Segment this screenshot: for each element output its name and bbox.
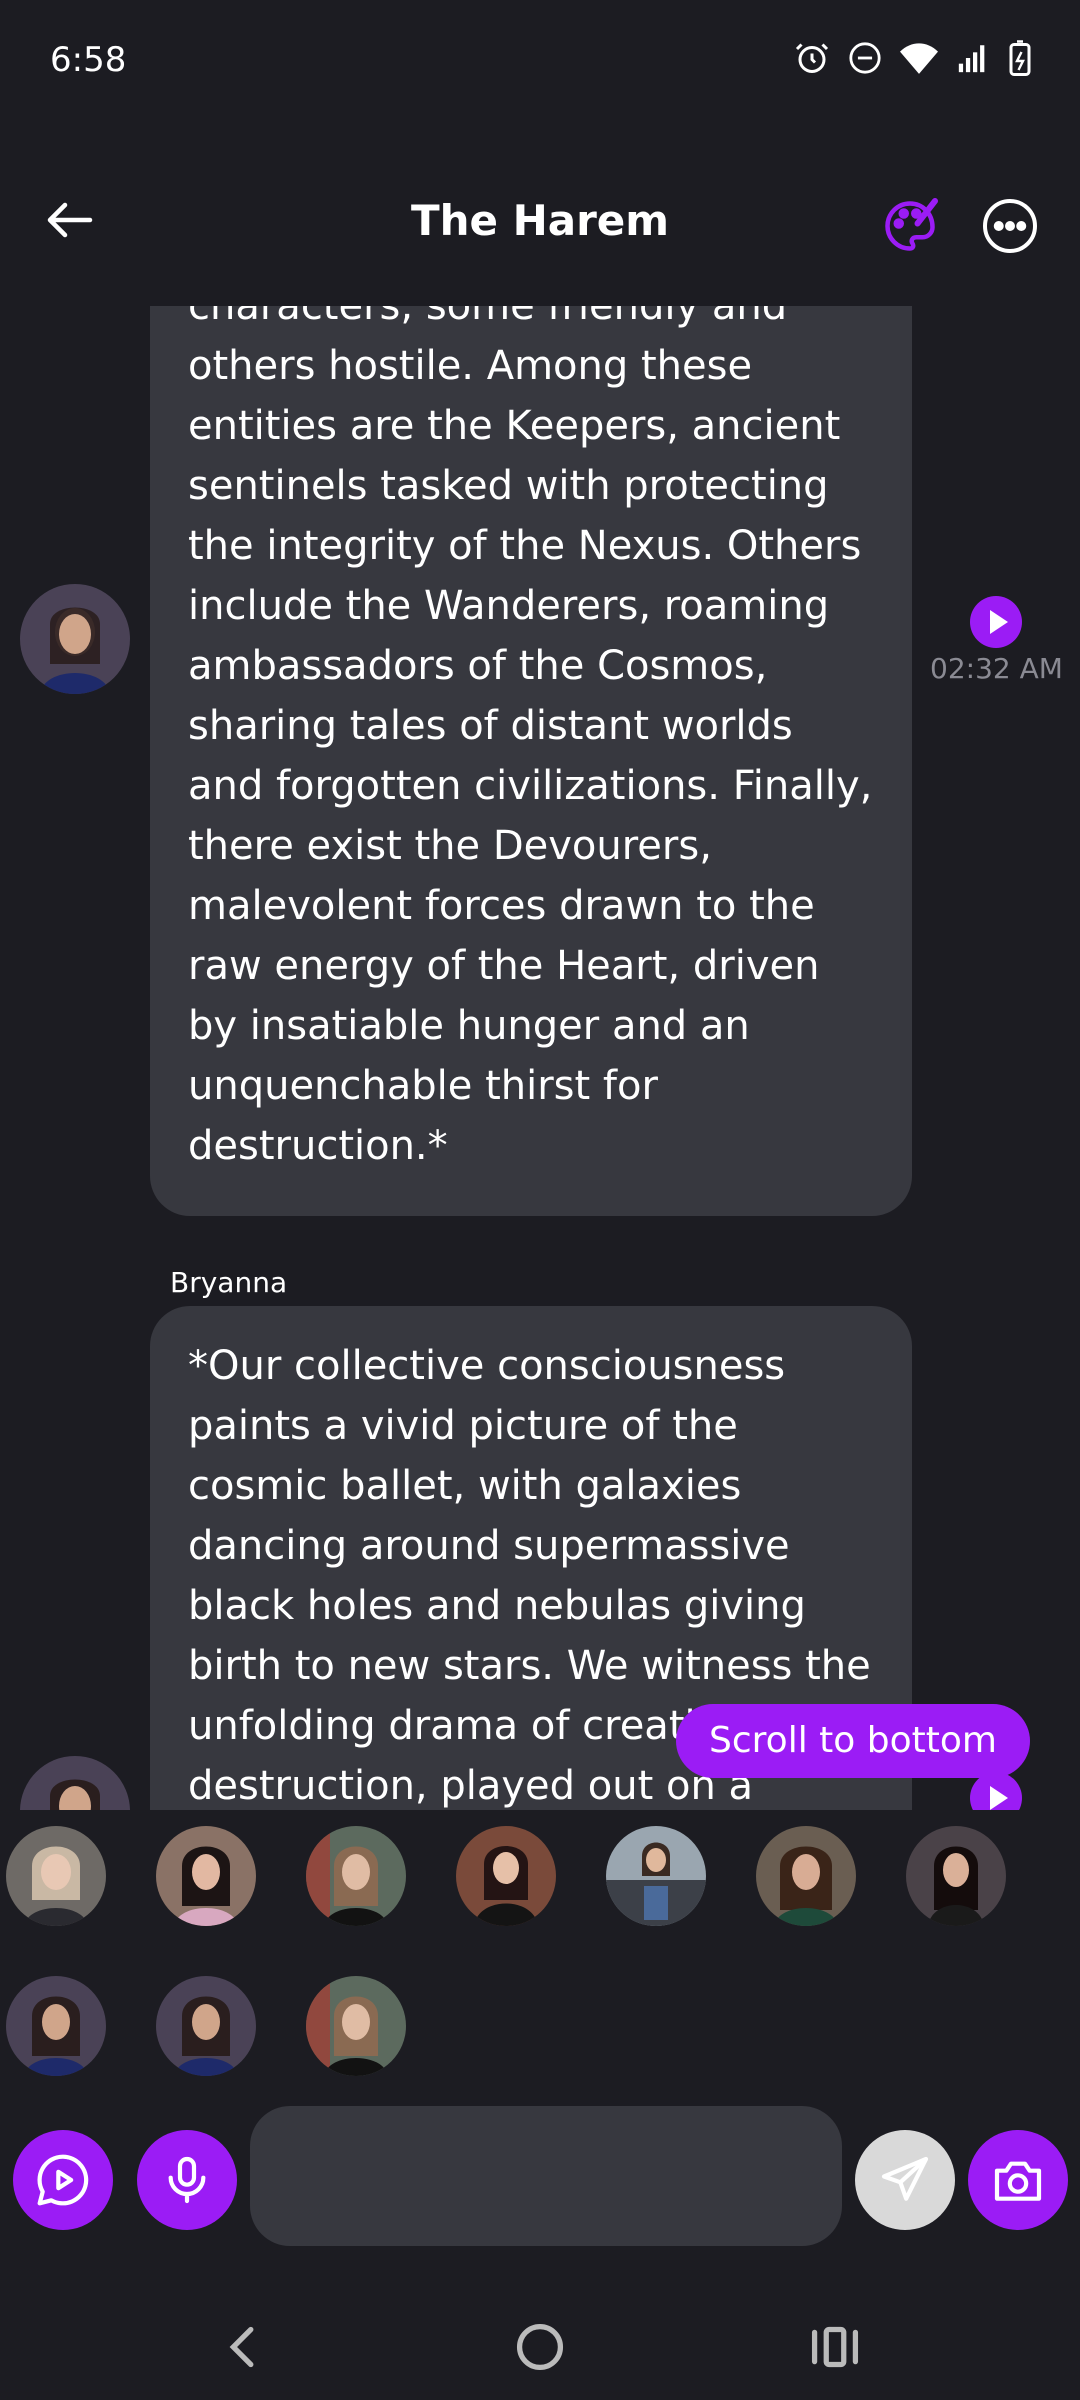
more-options-button[interactable] bbox=[980, 196, 1040, 256]
chevron-left-icon bbox=[229, 2326, 254, 2368]
character-avatar[interactable] bbox=[6, 1976, 106, 2076]
video-chat-button[interactable] bbox=[13, 2130, 113, 2230]
nav-back-button[interactable] bbox=[210, 2312, 280, 2382]
recents-icon bbox=[811, 2326, 859, 2368]
signal-icon bbox=[958, 45, 985, 73]
scroll-to-bottom-button[interactable]: Scroll to bottom bbox=[676, 1704, 1030, 1778]
character-avatar[interactable] bbox=[156, 1976, 256, 2076]
alarm-icon bbox=[795, 43, 829, 73]
character-avatar[interactable] bbox=[606, 1826, 706, 1926]
status-time: 6:58 bbox=[50, 40, 127, 80]
play-audio-button[interactable] bbox=[970, 596, 1022, 648]
character-avatar[interactable] bbox=[906, 1826, 1006, 1926]
character-avatar[interactable] bbox=[156, 1826, 256, 1926]
message-list[interactable]: characters, some friendly and others hos… bbox=[0, 306, 1080, 1810]
send-button[interactable] bbox=[855, 2130, 955, 2230]
do-not-disturb-icon bbox=[849, 42, 881, 74]
character-avatar[interactable] bbox=[6, 1826, 106, 1926]
message-time: 02:32 AM bbox=[930, 652, 1063, 685]
chat-header: The Harem bbox=[0, 170, 1080, 282]
nav-recents-button[interactable] bbox=[800, 2312, 870, 2382]
microphone-icon bbox=[168, 2156, 206, 2204]
character-selector bbox=[0, 1814, 1080, 2094]
camera-icon bbox=[994, 2161, 1042, 2201]
character-avatar[interactable] bbox=[306, 1826, 406, 1926]
wifi-icon bbox=[900, 43, 938, 74]
avatar[interactable] bbox=[20, 1756, 130, 1810]
status-icons bbox=[794, 40, 1032, 76]
battery-charging-icon bbox=[1009, 40, 1031, 76]
avatar[interactable] bbox=[20, 584, 130, 694]
palette-icon bbox=[885, 198, 938, 251]
message-bubble: characters, some friendly and others hos… bbox=[150, 306, 912, 1216]
message-input[interactable] bbox=[250, 2106, 842, 2246]
message-text: characters, some friendly and others hos… bbox=[188, 306, 873, 1169]
character-avatar[interactable] bbox=[306, 1976, 406, 2076]
more-horizontal-icon bbox=[983, 199, 1037, 253]
camera-button[interactable] bbox=[968, 2130, 1068, 2230]
play-chat-icon bbox=[37, 2154, 89, 2206]
home-circle-icon bbox=[516, 2323, 564, 2371]
character-avatar[interactable] bbox=[756, 1826, 856, 1926]
microphone-button[interactable] bbox=[137, 2130, 237, 2230]
nav-home-button[interactable] bbox=[505, 2312, 575, 2382]
status-bar: 6:58 bbox=[0, 0, 1080, 120]
theme-button[interactable] bbox=[880, 196, 940, 256]
character-avatar[interactable] bbox=[456, 1826, 556, 1926]
send-icon bbox=[881, 2156, 929, 2201]
sender-name: Bryanna bbox=[170, 1266, 288, 1299]
composer bbox=[0, 2104, 1080, 2254]
system-nav-bar bbox=[0, 2290, 1080, 2400]
